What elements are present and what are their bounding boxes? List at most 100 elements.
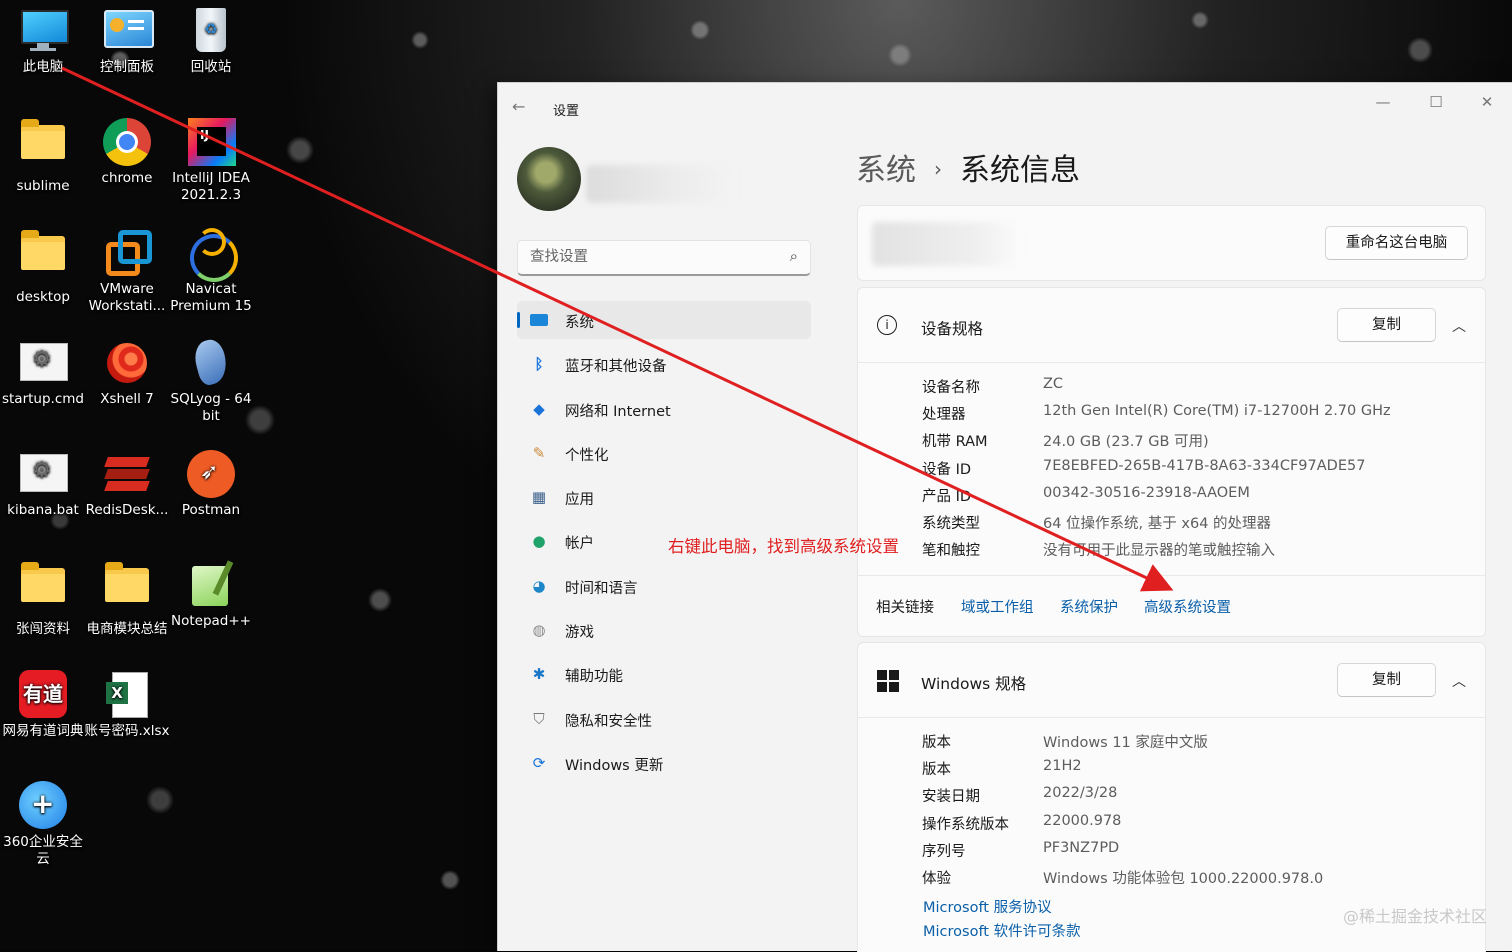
chevron-right-icon: › — [934, 157, 942, 181]
sidebar-item-bluetooth[interactable]: ᛒ 蓝牙和其他设备 — [517, 345, 811, 383]
windows-specs-title: Windows 规格 — [921, 675, 1027, 693]
link-microsoft-services-agreement[interactable]: Microsoft 服务协议 — [923, 896, 1052, 917]
desktop-icon-postman[interactable]: ➶ Postman — [168, 449, 254, 519]
copy-windows-specs-button[interactable]: 复制 — [1337, 663, 1436, 697]
desktop-icon-intellij[interactable]: IJ IntelliJ IDEA 2021.2.3 — [168, 117, 254, 204]
spec-key: 体验 — [922, 871, 951, 887]
page-title: 系统信息 — [960, 153, 1080, 188]
sidebar-item-network[interactable]: ◆ 网络和 Internet — [517, 390, 811, 428]
sidebar-item-personalization[interactable]: ✎ 个性化 — [517, 434, 811, 472]
desktop-icon-chrome[interactable]: chrome — [84, 117, 170, 187]
device-name-card: 重命名这台电脑 — [857, 205, 1486, 281]
active-indicator — [517, 312, 520, 328]
copy-device-specs-button[interactable]: 复制 — [1337, 308, 1436, 342]
bluetooth-icon: ᛒ — [534, 355, 544, 374]
desktop-icon-label: 回收站 — [190, 59, 232, 75]
desktop-icon-notepadpp[interactable]: Notepad++ — [168, 560, 254, 630]
sidebar-item-time-language[interactable]: ◕ 时间和语言 — [517, 567, 811, 605]
desktop-icon-this-pc[interactable]: 此电脑 — [0, 6, 86, 76]
desktop-icon-control-panel[interactable]: 控制面板 — [84, 6, 170, 76]
close-button[interactable]: ✕ — [1472, 93, 1502, 111]
desktop-icon-sublime[interactable]: sublime — [0, 117, 86, 195]
desktop-icon-youdao[interactable]: 有道 网易有道词典 — [0, 670, 86, 740]
desktop-icon-recycle-bin[interactable]: ♻ 回收站 — [168, 6, 254, 76]
blurred-device-name — [872, 222, 1022, 266]
sidebar-item-apps[interactable]: ▦ 应用 — [517, 478, 811, 516]
navicat-icon — [186, 228, 238, 282]
sidebar-item-label: Windows 更新 — [565, 757, 664, 774]
minimize-button[interactable]: — — [1368, 93, 1398, 111]
desktop-icon-startup-cmd[interactable]: ⚙ startup.cmd — [0, 338, 86, 408]
desktop-icon-label: VMware Workstati... — [88, 281, 166, 314]
desktop-icon-navicat[interactable]: Navicat Premium 15 — [168, 228, 254, 315]
info-icon: i — [877, 315, 897, 335]
desktop-icon-label: startup.cmd — [1, 391, 84, 407]
sidebar-item-label: 隐私和安全性 — [565, 713, 652, 730]
sqlyog-icon — [186, 336, 236, 388]
search-box[interactable]: ⌕ — [517, 240, 811, 276]
spec-key: 产品 ID — [922, 489, 972, 505]
vmware-icon — [102, 228, 152, 278]
sidebar-item-windows-update[interactable]: ⟳ Windows 更新 — [517, 744, 811, 782]
360-icon: + — [18, 781, 68, 831]
desktop-icon-folder-zhangchuang[interactable]: 张闯资料 — [0, 560, 86, 638]
computer-icon — [18, 6, 69, 56]
desktop-icon-folder-ecommerce[interactable]: 电商模块总结 — [84, 560, 170, 638]
folder-icon — [18, 562, 68, 618]
spec-key: 机带 RAM — [922, 434, 988, 450]
desktop-icon-xshell[interactable]: Xshell 7 — [84, 338, 170, 408]
desktop-icon-label: Xshell 7 — [100, 391, 154, 407]
link-domain-workgroup[interactable]: 域或工作组 — [961, 596, 1034, 617]
chevron-up-icon[interactable]: ︿ — [1452, 316, 1466, 336]
account-icon: ● — [532, 532, 546, 551]
link-microsoft-license-terms[interactable]: Microsoft 软件许可条款 — [923, 920, 1081, 941]
sidebar-item-system[interactable]: 系统 — [517, 301, 811, 339]
breadcrumb-parent[interactable]: 系统 — [856, 153, 916, 188]
desktop-icon-label: 电商模块总结 — [86, 621, 168, 637]
maximize-button[interactable]: ☐ — [1421, 93, 1451, 111]
rename-pc-button[interactable]: 重命名这台电脑 — [1325, 226, 1468, 260]
sidebar-item-privacy[interactable]: ⛉ 隐私和安全性 — [517, 700, 811, 738]
gamepad-icon: ◍ — [532, 621, 546, 640]
desktop-icon-redis[interactable]: RedisDesk... — [84, 449, 170, 519]
xshell-icon — [102, 338, 152, 388]
sidebar-item-gaming[interactable]: ◍ 游戏 — [517, 611, 811, 649]
spec-key: 版本 — [922, 762, 951, 778]
folder-icon — [102, 562, 152, 618]
desktop-icon-kibana-bat[interactable]: ⚙ kibana.bat — [0, 449, 86, 519]
spec-value: 22000.978 — [1043, 813, 1122, 829]
device-specs-card: i 设备规格 复制 ︿ 设备名称 ZC 处理器 12th Gen Intel(R… — [857, 287, 1486, 637]
intellij-icon: IJ — [186, 117, 236, 167]
update-icon: ⟳ — [532, 753, 546, 772]
folder-icon — [18, 230, 68, 286]
desktop-icon-excel-file[interactable]: X 账号密码.xlsx — [84, 670, 170, 740]
sidebar-item-label: 帐户 — [565, 536, 594, 553]
sidebar-item-label: 蓝牙和其他设备 — [565, 359, 667, 376]
desktop-icon-label: Notepad++ — [171, 613, 251, 629]
desktop-icon-desktop-folder[interactable]: desktop — [0, 228, 86, 306]
chevron-up-icon[interactable]: ︿ — [1452, 671, 1466, 691]
link-advanced-system-settings[interactable]: 高级系统设置 — [1144, 596, 1231, 617]
notepadpp-icon — [186, 560, 236, 610]
avatar[interactable] — [517, 147, 581, 211]
desktop-icon-label: Navicat Premium 15 — [170, 281, 252, 314]
chrome-icon — [102, 117, 152, 167]
sidebar-item-accessibility[interactable]: ✱ 辅助功能 — [517, 655, 811, 693]
spec-value: 64 位操作系统, 基于 x64 的处理器 — [1043, 516, 1272, 532]
back-button[interactable]: ← — [512, 97, 525, 116]
divider — [858, 717, 1485, 718]
title-bar: ← 设置 — ☐ ✕ — [498, 83, 1512, 131]
control-panel-icon — [102, 6, 154, 56]
search-input[interactable] — [528, 248, 772, 266]
settings-window: ← 设置 — ☐ ✕ ⌕ 系统 ᛒ 蓝牙和其他设备 ◆ 网络和 Internet… — [497, 82, 1512, 952]
divider — [858, 362, 1485, 363]
desktop-icon-sqlyog[interactable]: SQLyog - 64 bit — [168, 336, 254, 425]
desktop-icon-360[interactable]: + 360企业安全云 — [0, 781, 86, 868]
sidebar-item-accounts[interactable]: ● 帐户 — [517, 522, 811, 560]
desktop-icon-label: 张闯资料 — [16, 621, 70, 637]
globe-clock-icon: ◕ — [532, 576, 546, 595]
spec-key: 设备名称 — [922, 380, 980, 396]
search-icon[interactable]: ⌕ — [790, 247, 798, 265]
desktop-icon-vmware[interactable]: VMware Workstati... — [84, 228, 170, 315]
link-system-protection[interactable]: 系统保护 — [1060, 596, 1118, 617]
